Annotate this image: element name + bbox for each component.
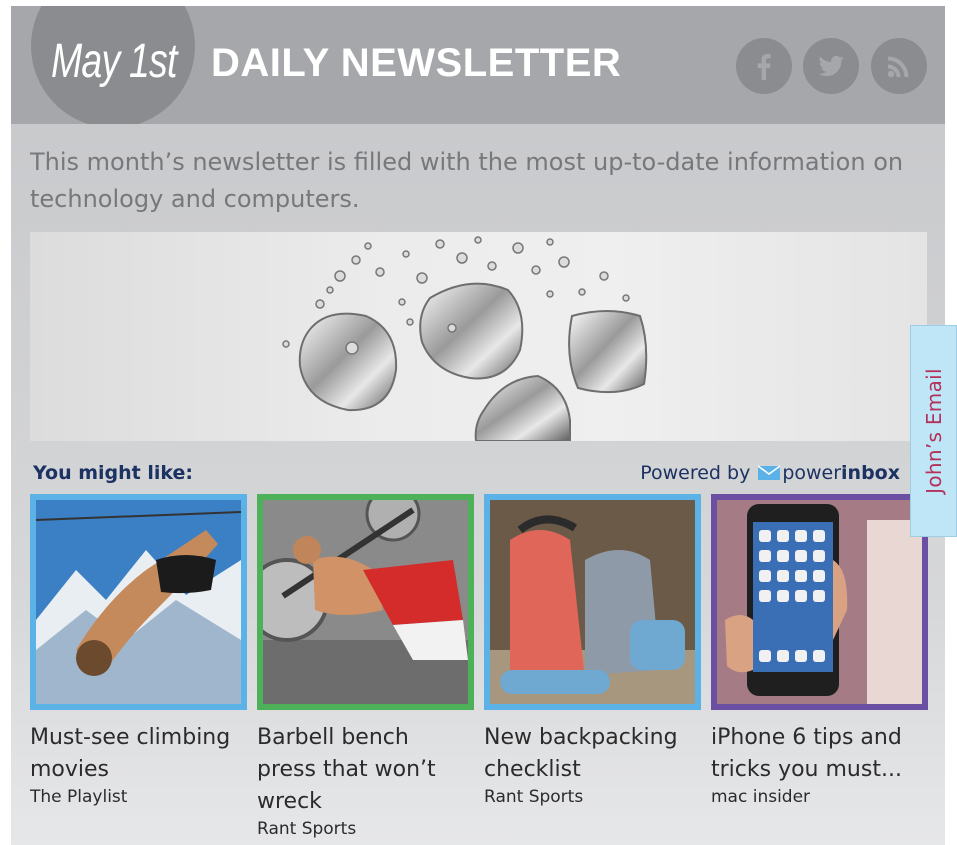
recommendation-card[interactable]: Barbell bench press that won’t wreck Ran… bbox=[257, 494, 474, 840]
newsletter-date: May 1st bbox=[51, 35, 177, 88]
newsletter-intro: This month’s newsletter is filled with t… bbox=[30, 148, 904, 213]
card-title[interactable]: iPhone 6 tips and tricks you must... bbox=[711, 722, 928, 786]
rss-button[interactable] bbox=[871, 38, 927, 94]
johns-email-tab[interactable]: John’s Email bbox=[910, 325, 957, 537]
card-thumbnail[interactable] bbox=[30, 494, 247, 710]
iphone-photo bbox=[717, 500, 922, 704]
card-source: mac insider bbox=[711, 787, 811, 807]
card-thumbnail[interactable] bbox=[257, 494, 474, 710]
johns-email-label: John’s Email bbox=[921, 368, 946, 494]
powerinbox-logo-icon bbox=[758, 465, 781, 480]
twitter-icon bbox=[818, 55, 844, 77]
powered-brand-bold: inbox bbox=[841, 462, 900, 484]
card-title[interactable]: Must-see climbing movies bbox=[30, 722, 247, 786]
newsletter-panel: May 1st DAILY NEWSLETTER This month’s ne… bbox=[11, 6, 945, 845]
card-source: The Playlist bbox=[30, 787, 128, 807]
recommendation-card[interactable]: New backpacking checklist Rant Sports bbox=[484, 494, 701, 808]
card-title[interactable]: New backpacking checklist bbox=[484, 722, 701, 786]
recommendation-card[interactable]: iPhone 6 tips and tricks you must... mac… bbox=[711, 494, 928, 808]
you-might-like-heading: You might like: bbox=[33, 462, 193, 484]
card-thumbnail[interactable] bbox=[711, 494, 928, 710]
bench-press-photo bbox=[263, 500, 468, 704]
twitter-button[interactable] bbox=[803, 38, 859, 94]
facebook-button[interactable] bbox=[736, 38, 792, 94]
facebook-icon bbox=[757, 54, 771, 80]
ice-cubes-illustration bbox=[282, 236, 648, 441]
card-thumbnail[interactable] bbox=[484, 494, 701, 710]
backpacks-photo bbox=[490, 500, 695, 704]
newsletter-title: DAILY NEWSLETTER bbox=[211, 41, 622, 85]
rss-icon bbox=[887, 56, 909, 78]
card-source: Rant Sports bbox=[257, 819, 357, 839]
hero-image bbox=[30, 232, 927, 441]
recommendation-card[interactable]: Must-see climbing movies The Playlist bbox=[30, 494, 247, 808]
card-title[interactable]: Barbell bench press that won’t wreck bbox=[257, 722, 474, 818]
newsletter-header: May 1st DAILY NEWSLETTER bbox=[11, 6, 945, 124]
climber-photo bbox=[36, 500, 241, 704]
card-source: Rant Sports bbox=[484, 787, 584, 807]
powered-brand-light: power bbox=[782, 462, 842, 484]
powered-by-label: Powered by bbox=[640, 462, 751, 484]
powered-by-powerinbox[interactable]: Powered by power inbox bbox=[640, 462, 900, 484]
